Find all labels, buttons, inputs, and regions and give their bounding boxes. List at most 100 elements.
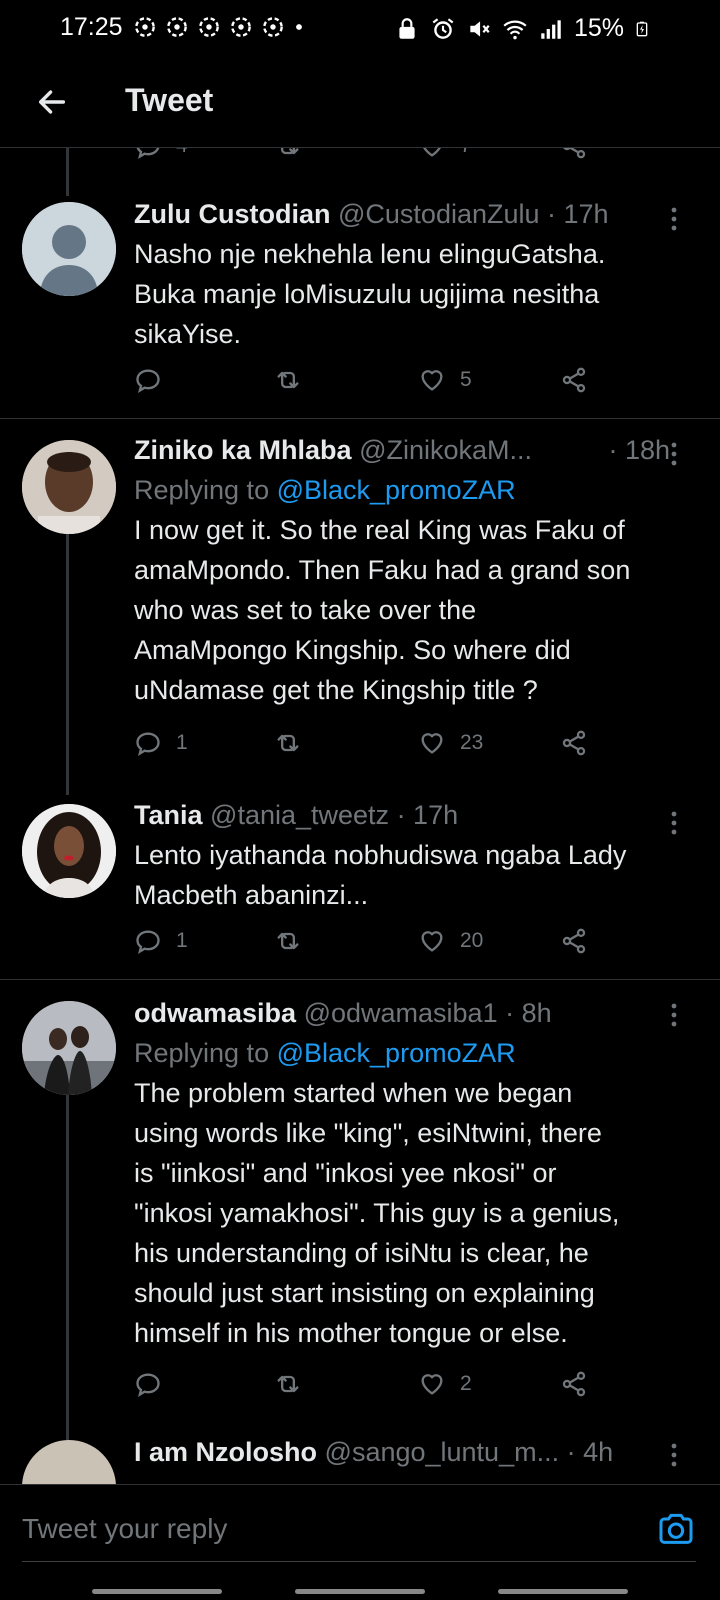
status-bar: 17:25 15% xyxy=(0,0,720,56)
author-name[interactable]: odwamasiba xyxy=(134,998,296,1028)
like-count: 5 xyxy=(460,368,472,391)
tweet-text-line: uNdamase get the Kingship title ? xyxy=(134,675,538,705)
avatar[interactable] xyxy=(22,202,116,296)
tweet-text-line: AmaMpongo Kingship. So where did xyxy=(134,635,571,665)
tweet-text-line: should just start insisting on explainin… xyxy=(134,1278,595,1308)
tweet-text-line: Lento iyathanda nobhudiswa ngaba Lady xyxy=(134,840,627,870)
camera-icon xyxy=(659,1513,693,1544)
reply-icon xyxy=(136,369,160,393)
retweet-icon xyxy=(277,734,299,752)
share-button[interactable] xyxy=(560,927,588,955)
author-handle: @tania_tweetz xyxy=(210,800,390,830)
tweet-meta: Ziniko ka Mhlaba @ZinikokaM... · 18h xyxy=(134,430,684,470)
author-handle: @odwamasiba1 xyxy=(303,998,498,1028)
reply-button[interactable] xyxy=(134,1370,176,1398)
avatar[interactable] xyxy=(22,1001,116,1095)
reply-button[interactable] xyxy=(134,366,176,394)
author-handle: @CustodianZulu xyxy=(338,199,540,229)
tweet-text-line: is "iinkosi" and "inkosi yee nkosi" or xyxy=(134,1158,557,1188)
mention-link[interactable]: @Black_promoZAR xyxy=(277,475,516,505)
like-button[interactable]: 5 xyxy=(418,366,472,394)
signal-icon xyxy=(541,19,561,39)
wifi-icon xyxy=(503,20,527,39)
back-button[interactable] xyxy=(30,80,74,124)
tweet-text-line: his understanding of isiNtu is clear, he xyxy=(134,1238,589,1268)
reply-count: 1 xyxy=(176,929,188,952)
tweet-text: Lento iyathanda nobhudiswa ngaba Lady Ma… xyxy=(134,835,684,915)
reply-button[interactable]: 1 xyxy=(134,729,188,757)
tweet-text-line: Macbeth abaninzi... xyxy=(134,880,369,910)
avatar[interactable] xyxy=(22,1440,116,1484)
tweet-body: I am Nzolosho @sango_luntu_m... · 4h xyxy=(134,1432,684,1472)
tweet-body: Zulu Custodian @CustodianZulu · 17h Nash… xyxy=(134,194,684,354)
retweet-button[interactable] xyxy=(274,366,316,394)
tweet-actions: 2 xyxy=(134,1370,614,1406)
share-button[interactable] xyxy=(560,729,588,757)
tweet-text-line: using words like "king", esiNtwini, ther… xyxy=(134,1118,602,1148)
author-name[interactable]: Tania xyxy=(134,800,203,830)
heart-icon xyxy=(421,1374,443,1395)
tweet-text-line: I now get it. So the real King was Faku … xyxy=(134,515,625,545)
tweet-text-line: himself in his mother tongue or else. xyxy=(134,1318,568,1348)
page-title: Tweet xyxy=(125,82,214,118)
notification-icons xyxy=(132,14,306,40)
tweet-item[interactable]: Tania @tania_tweetz · 17h Lento iyathand… xyxy=(0,788,720,978)
tweet-body: odwamasiba @odwamasiba1 · 8h Replying to… xyxy=(134,993,684,1353)
author-name[interactable]: Zulu Custodian xyxy=(134,199,330,229)
retweet-icon xyxy=(277,932,299,950)
share-icon xyxy=(562,928,586,954)
replying-label: Replying to xyxy=(134,475,270,505)
reply-input[interactable]: Tweet your reply xyxy=(22,1513,227,1545)
replying-to: Replying to @Black_promoZAR xyxy=(134,1033,684,1073)
user-photo-icon xyxy=(22,804,116,898)
retweet-button[interactable] xyxy=(274,927,316,955)
author-name[interactable]: Ziniko ka Mhlaba xyxy=(134,435,352,465)
more-notifications-dot-icon xyxy=(296,24,302,30)
tweet-text-line: amaMpondo. Then Faku had a grand son xyxy=(134,555,631,585)
reply-count: 1 xyxy=(176,731,188,754)
like-count: 2 xyxy=(460,1372,472,1395)
mention-link[interactable]: @Black_promoZAR xyxy=(277,1038,516,1068)
retweet-icon xyxy=(277,1375,299,1393)
author-handle: @sango_luntu_m... xyxy=(324,1437,560,1467)
reply-icon xyxy=(136,930,160,954)
share-icon xyxy=(562,1371,586,1397)
default-avatar-icon xyxy=(22,202,116,296)
like-button[interactable]: 23 xyxy=(418,729,483,757)
tweet-item[interactable]: Zulu Custodian @CustodianZulu · 17h Nash… xyxy=(0,148,720,418)
tweet-time: · 17h xyxy=(547,199,609,229)
tweet-text: I now get it. So the real King was Faku … xyxy=(134,510,684,710)
share-button[interactable] xyxy=(560,366,588,394)
mute-icon xyxy=(470,20,490,37)
notification-icon xyxy=(135,17,155,37)
lock-icon xyxy=(399,17,415,39)
replying-label: Replying to xyxy=(134,1038,270,1068)
status-time: 17:25 xyxy=(60,13,123,41)
retweet-button[interactable] xyxy=(274,1370,316,1398)
share-icon xyxy=(562,367,586,393)
like-button[interactable]: 20 xyxy=(418,927,483,955)
tweet-item[interactable]: Ziniko ka Mhlaba @ZinikokaM... · 18h Repl… xyxy=(0,419,720,788)
author-handle: @ZinikokaM... xyxy=(359,435,533,465)
tweet-body: Ziniko ka Mhlaba @ZinikokaM... · 18h Repl… xyxy=(134,430,684,710)
reply-button[interactable]: 1 xyxy=(134,927,188,955)
tweet-text: Nasho nje nekhehla lenu elinguGatsha. Bu… xyxy=(134,234,684,354)
tweet-item[interactable]: odwamasiba @odwamasiba1 · 8h Replying to… xyxy=(0,980,720,1420)
avatar[interactable] xyxy=(22,804,116,898)
tweet-time: · 17h xyxy=(396,800,459,830)
tweet-item[interactable]: I am Nzolosho @sango_luntu_m... · 4h xyxy=(0,1420,720,1484)
like-count: 23 xyxy=(460,731,484,754)
tweet-meta: odwamasiba @odwamasiba1 · 8h xyxy=(134,993,684,1033)
retweet-button[interactable] xyxy=(274,729,316,757)
avatar[interactable] xyxy=(22,440,116,534)
tweet-text-line: who was set to take over the xyxy=(134,595,477,625)
share-button[interactable] xyxy=(560,1370,588,1398)
camera-button[interactable] xyxy=(656,1509,696,1549)
tweet-meta: Tania @tania_tweetz · 17h xyxy=(134,795,684,835)
like-button[interactable]: 2 xyxy=(418,1370,472,1398)
nav-pill xyxy=(295,1589,425,1594)
reply-input-underline xyxy=(22,1561,696,1562)
author-name[interactable]: I am Nzolosho xyxy=(134,1437,317,1467)
replies-feed[interactable]: 4 7 Zulu Custodian @CustodianZulu · 17h … xyxy=(0,148,720,1484)
alarm-icon xyxy=(432,17,454,39)
